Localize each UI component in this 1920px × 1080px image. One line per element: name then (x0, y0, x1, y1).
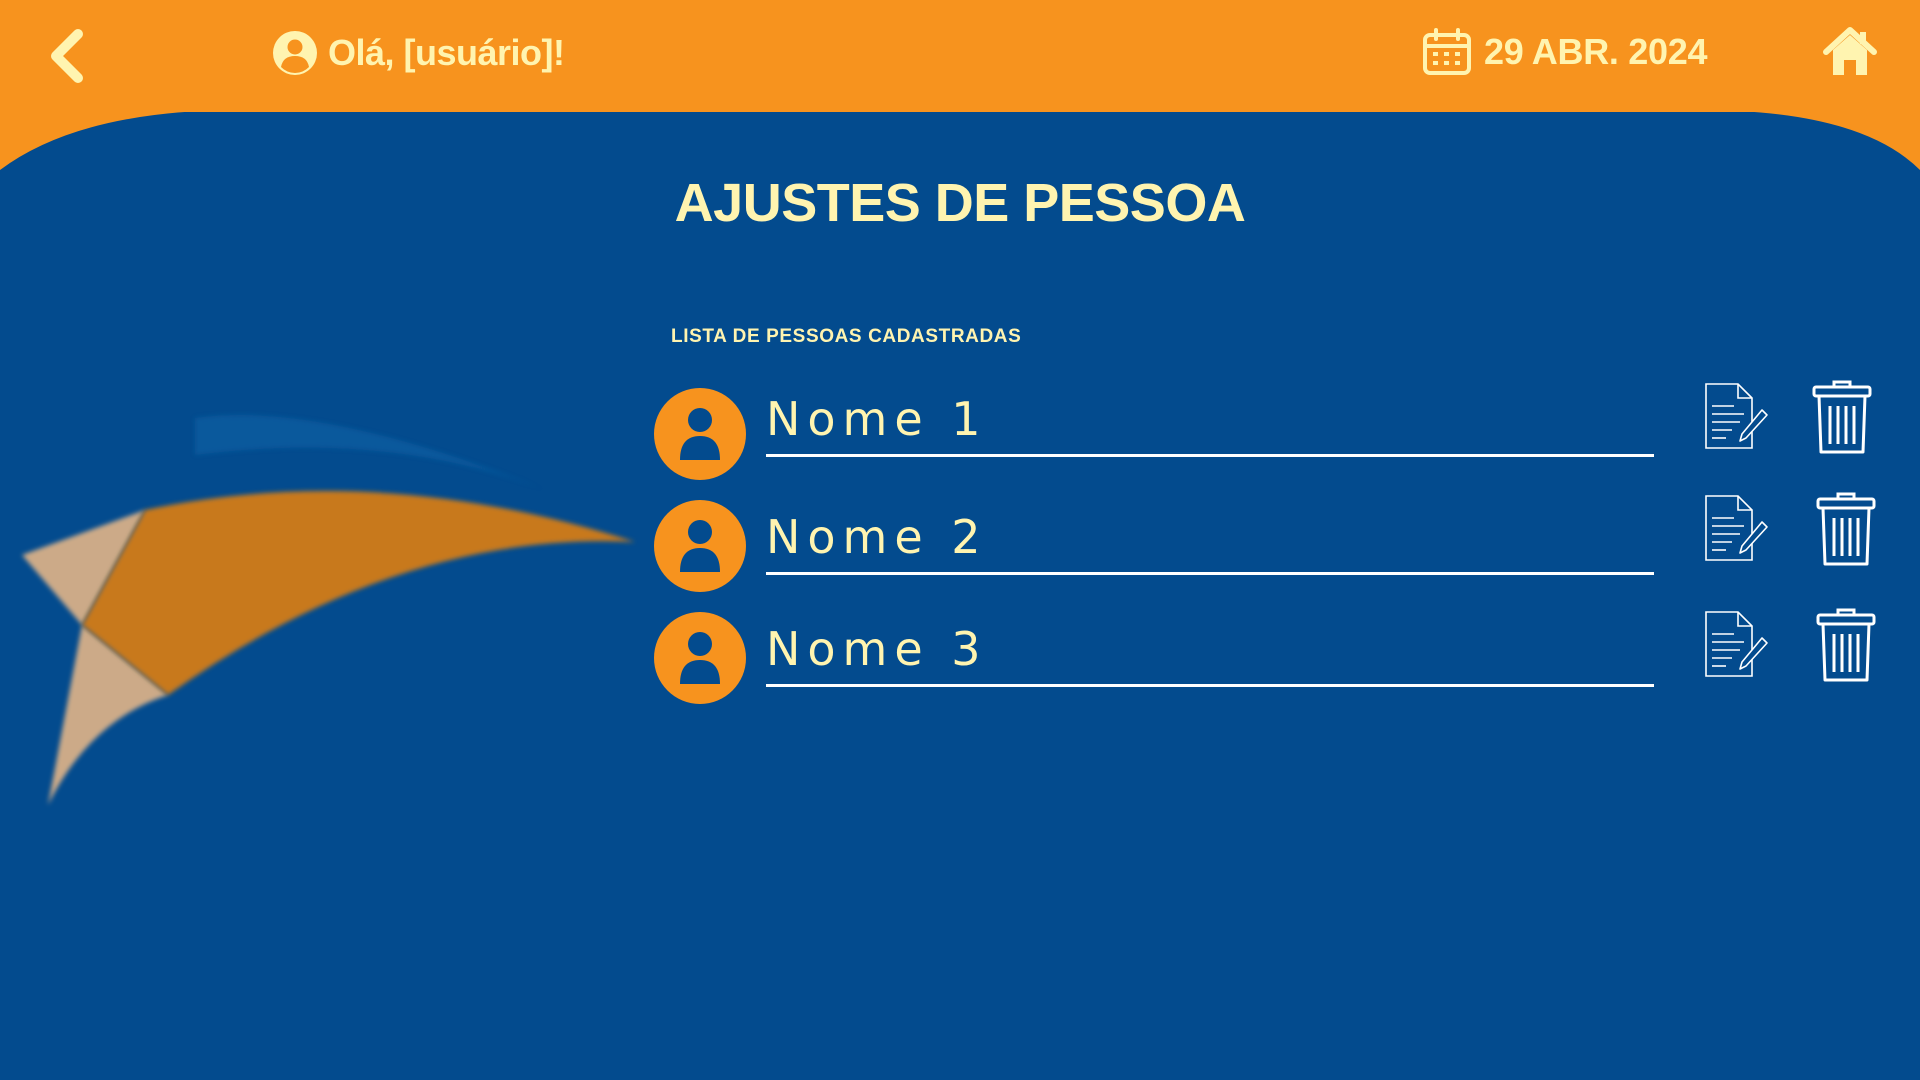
trash-icon (1816, 608, 1876, 682)
edit-document-icon (1705, 611, 1768, 677)
current-date: 29 ABR. 2024 (1422, 26, 1708, 78)
user-icon (680, 408, 720, 460)
name-field[interactable]: Nome 1 (766, 392, 1654, 457)
edit-button[interactable] (1700, 492, 1770, 566)
date-text: 29 ABR. 2024 (1484, 31, 1708, 72)
greeting-text: Olá, [usuário]! (328, 32, 565, 73)
decorative-logo (22, 415, 635, 805)
chevron-left-icon (51, 29, 83, 83)
list-item: Nome 3 (654, 608, 1884, 704)
delete-button[interactable] (1814, 490, 1878, 568)
name-field[interactable]: Nome 3 (766, 622, 1654, 687)
list-heading: LISTA DE PESSOAS CADASTRADAS (671, 326, 1022, 347)
home-button[interactable] (1822, 26, 1878, 78)
trash-icon (1816, 492, 1876, 566)
name-field[interactable]: Nome 2 (766, 510, 1654, 575)
list-item: Nome 1 (654, 380, 1884, 480)
avatar (654, 612, 746, 704)
person-name: Nome 3 (766, 622, 988, 676)
edit-button[interactable] (1700, 380, 1770, 454)
edit-document-icon (1705, 495, 1768, 561)
page-title: AJUSTES DE PESSOA (674, 173, 1246, 233)
edit-document-icon (1705, 383, 1768, 449)
calendar-icon (1423, 28, 1471, 75)
avatar (654, 500, 746, 592)
avatar (654, 388, 746, 480)
home-icon (1823, 27, 1877, 75)
user-icon (680, 520, 720, 572)
user-greeting: Olá, [usuário]! (272, 28, 565, 78)
person-name: Nome 1 (766, 392, 988, 446)
delete-button[interactable] (1814, 606, 1878, 684)
trash-icon (1812, 380, 1872, 454)
user-icon (680, 632, 720, 684)
delete-button[interactable] (1810, 378, 1874, 456)
person-name: Nome 2 (766, 510, 988, 564)
list-item: Nome 2 (654, 492, 1884, 592)
edit-button[interactable] (1700, 608, 1770, 682)
back-button[interactable] (40, 26, 96, 86)
user-circle-icon (273, 31, 317, 75)
